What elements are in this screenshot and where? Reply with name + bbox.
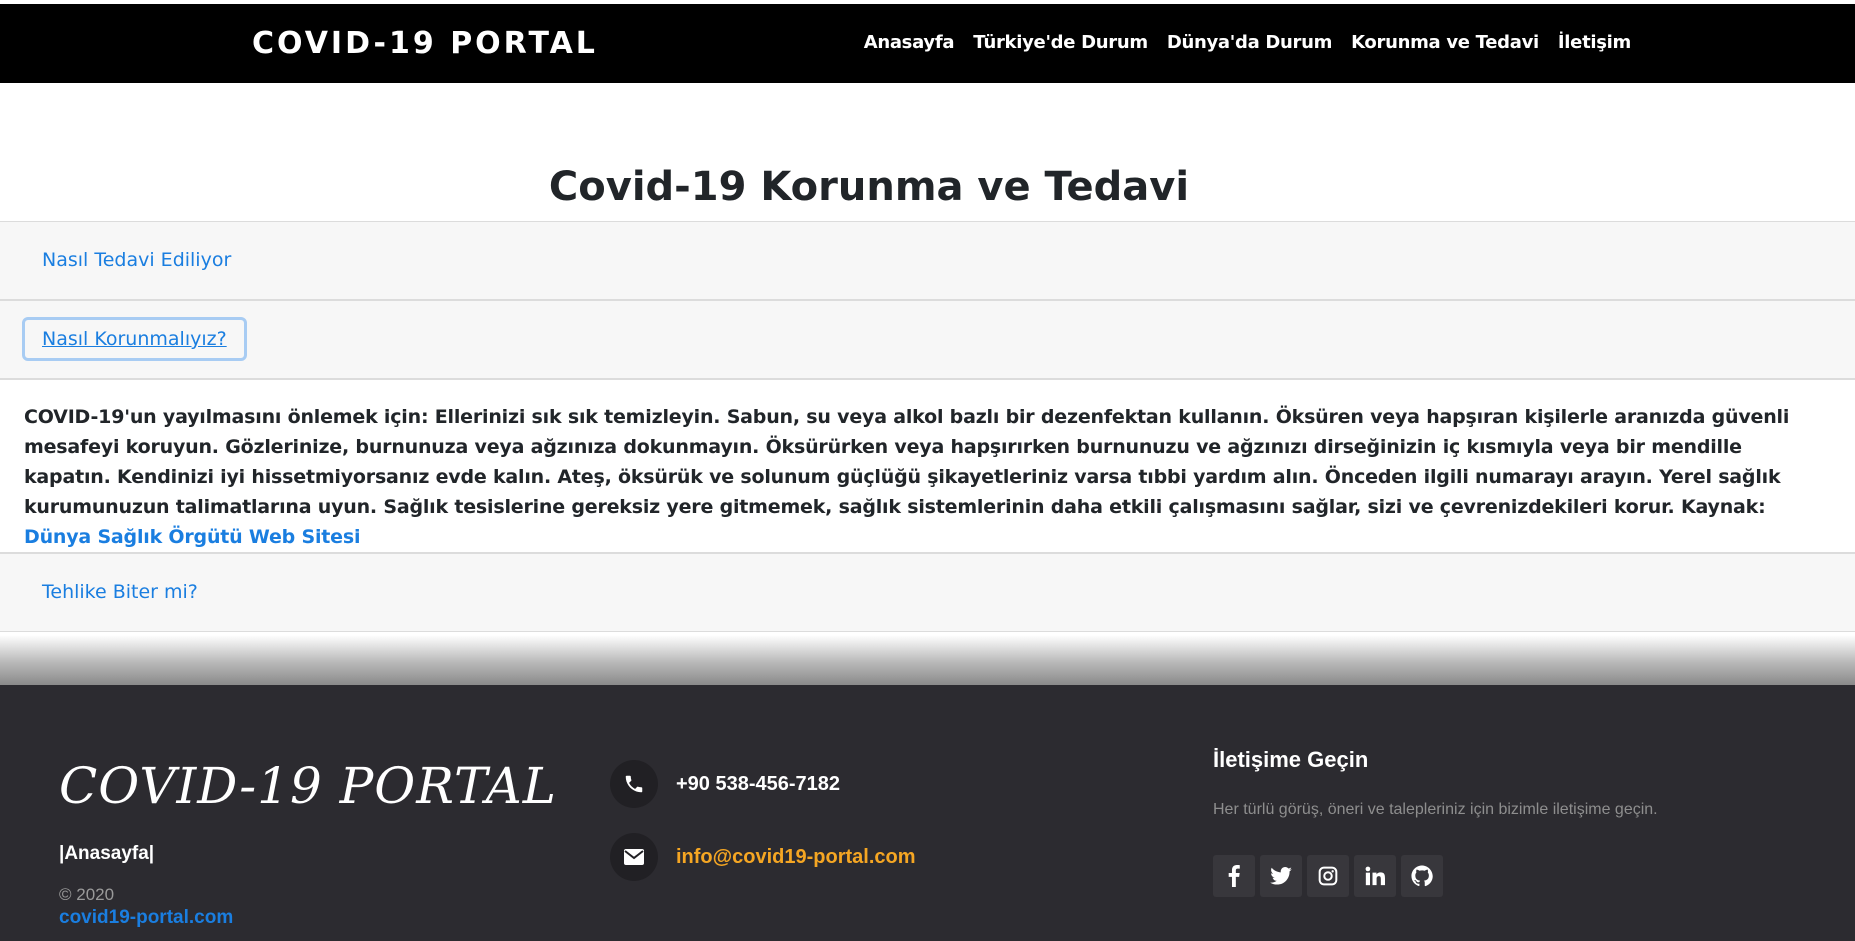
footer-brand: COVID-19 PORTAL [59, 757, 557, 815]
page-title: Covid-19 Korunma ve Tedavi [548, 164, 1190, 210]
who-website-link[interactable]: Dünya Sağlık Örgütü Web Sitesi [24, 526, 360, 548]
nav-link-turkiye[interactable]: Türkiye'de Durum [973, 32, 1148, 53]
footer-home-link[interactable]: |Anasayfa| [59, 843, 154, 865]
nav-links: Anasayfa Türkiye'de Durum Dünya'da Durum… [864, 32, 1632, 53]
envelope-icon [610, 833, 658, 881]
phone-icon [610, 760, 658, 808]
nav-link-iletisim[interactable]: İletişim [1558, 32, 1631, 53]
accordion-body-protection: COVID-19'un yayılmasını önlemek için: El… [0, 379, 1855, 553]
protection-text: COVID-19'un yayılmasını önlemek için: El… [24, 406, 1790, 518]
accordion-header-danger: Tehlike Biter mi? [0, 553, 1855, 632]
navbar: COVID-19 PORTAL Anasayfa Türkiye'de Duru… [0, 4, 1855, 83]
nav-link-dunya[interactable]: Dünya'da Durum [1167, 32, 1333, 53]
phone-number: +90 538-456-7182 [676, 772, 841, 795]
linkedin-icon[interactable] [1354, 855, 1396, 897]
contact-description: Her türlü görüş, öneri ve talepleriniz i… [1213, 801, 1658, 818]
nav-link-korunma[interactable]: Korunma ve Tedavi [1351, 32, 1539, 53]
footer-shadow [0, 635, 1855, 685]
footer-site-link[interactable]: covid19-portal.com [59, 907, 233, 929]
facebook-icon[interactable] [1213, 855, 1255, 897]
accordion: Nasıl Tedavi Ediliyor Nasıl Korunmalıyız… [0, 221, 1855, 632]
footer-copyright: © 2020 [59, 885, 115, 904]
accordion-toggle-treatment[interactable]: Nasıl Tedavi Ediliyor [22, 238, 251, 282]
accordion-header-protection: Nasıl Korunmalıyız? [0, 300, 1855, 379]
phone-row: +90 538-456-7182 [610, 760, 840, 808]
instagram-icon[interactable] [1307, 855, 1349, 897]
email-row: info@covid19-portal.com [610, 833, 916, 881]
footer: COVID-19 PORTAL |Anasayfa| © 2020 covid1… [0, 685, 1855, 941]
accordion-body-text: COVID-19'un yayılmasını önlemek için: El… [24, 402, 1831, 552]
twitter-icon[interactable] [1260, 855, 1302, 897]
nav-link-anasayfa[interactable]: Anasayfa [864, 32, 955, 53]
github-icon[interactable] [1401, 855, 1443, 897]
accordion-toggle-danger[interactable]: Tehlike Biter mi? [22, 570, 218, 614]
email-link[interactable]: info@covid19-portal.com [676, 846, 916, 869]
accordion-header-treatment: Nasıl Tedavi Ediliyor [0, 221, 1855, 300]
brand-logo[interactable]: COVID-19 PORTAL [252, 26, 598, 61]
social-links [1213, 855, 1443, 897]
accordion-toggle-protection[interactable]: Nasıl Korunmalıyız? [22, 317, 247, 361]
contact-heading: İletişime Geçin [1213, 747, 1369, 772]
